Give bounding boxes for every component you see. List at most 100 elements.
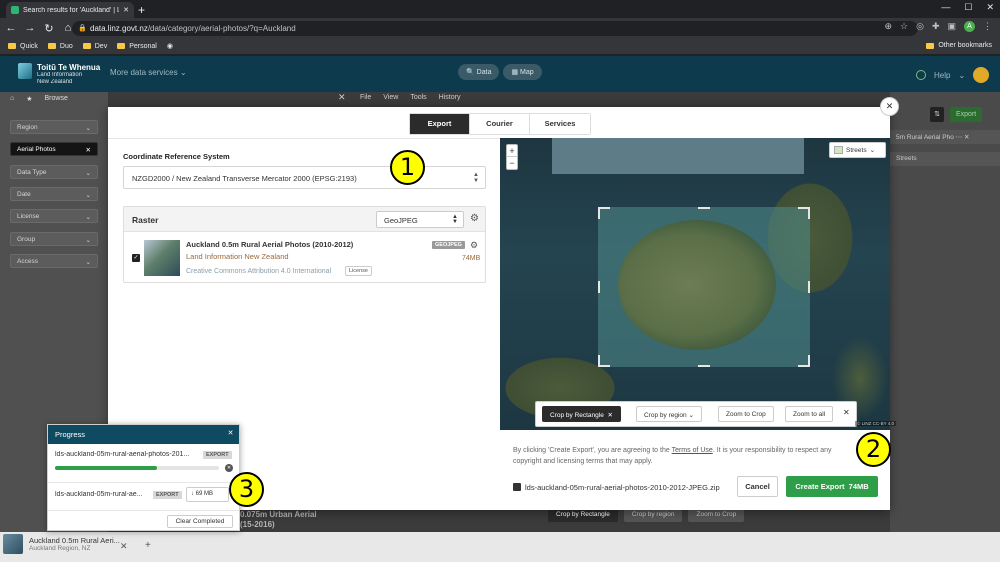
crs-select[interactable]: NZGD2000 / New Zealand Transverse Mercat…: [123, 166, 486, 189]
profile-avatar[interactable]: A: [964, 21, 975, 32]
sidebar-icon[interactable]: ▣: [947, 21, 956, 32]
clear-completed-button[interactable]: Clear Completed: [167, 515, 233, 528]
forward-icon[interactable]: →: [22, 22, 38, 34]
filter-license[interactable]: License ⌄: [10, 209, 98, 223]
bookmark-personal[interactable]: Personal: [117, 43, 157, 50]
other-bookmarks[interactable]: Other bookmarks: [926, 42, 992, 49]
linz-logo[interactable]: Toitū Te Whenua Land Information New Zea…: [18, 63, 100, 86]
crop-handle-top[interactable]: [698, 207, 710, 219]
menu-history[interactable]: History: [439, 94, 461, 106]
bookmark-globe[interactable]: ◉: [167, 42, 173, 50]
bookmarks-bar: Quick Duo Dev Personal ◉ Other bookmarks: [0, 38, 1000, 55]
zoom-to-crop-button[interactable]: Zoom to Crop: [718, 406, 774, 422]
background-layer-item[interactable]: 5m Rural Aerial Pho ⋯ ✕: [890, 130, 1000, 144]
format-select[interactable]: GeoJPEG ▲ ▼: [376, 211, 464, 228]
zoom-to-all-button[interactable]: Zoom to all: [785, 406, 834, 422]
extension-icon[interactable]: ◎: [916, 21, 924, 32]
close-icon[interactable]: ✕: [86, 146, 91, 154]
tab-close-icon[interactable]: ✕: [123, 6, 129, 14]
zoom-in-button[interactable]: +: [507, 145, 517, 157]
task-close-icon[interactable]: ✕: [120, 541, 128, 552]
crop-handle-right[interactable]: [798, 281, 810, 293]
cancel-export-icon[interactable]: ✕: [225, 464, 233, 472]
menu-file[interactable]: File: [360, 94, 371, 106]
help-circle-icon[interactable]: [916, 70, 926, 80]
browse-tab[interactable]: Browse: [45, 95, 68, 103]
filter-aerial-photos[interactable]: Aerial Photos ✕: [10, 142, 98, 156]
filter-date[interactable]: Date ⌄: [10, 187, 98, 201]
download-button[interactable]: ↓ 69 MB: [186, 487, 229, 502]
bookmark-duo[interactable]: Duo: [47, 43, 73, 50]
tab-services[interactable]: Services: [530, 114, 590, 134]
crop-handle-bottom[interactable]: [698, 355, 710, 367]
tab-export[interactable]: Export: [410, 114, 470, 134]
filter-region[interactable]: Region ⌄: [10, 120, 98, 134]
puzzle-icon[interactable]: ✚: [932, 21, 940, 32]
window-controls: — ☐ ✕: [941, 2, 994, 13]
map-attribution[interactable]: © LINZ CC-BY 4.0: [855, 421, 896, 426]
user-avatar[interactable]: [973, 67, 990, 83]
close-icon[interactable]: ✕: [606, 412, 612, 419]
crop-by-rectangle-button[interactable]: Crop by Rectangle ✕: [542, 406, 621, 422]
crop-handle-bottom-left[interactable]: [598, 355, 610, 367]
create-export-button[interactable]: Create Export 74MB: [786, 476, 878, 497]
zoom-out-button[interactable]: −: [507, 157, 517, 169]
task-item[interactable]: Auckland 0.5m Rural Aeri... Auckland Reg…: [3, 534, 120, 554]
bookmark-dev[interactable]: Dev: [82, 43, 107, 50]
new-tab-button[interactable]: +: [138, 3, 145, 17]
layer-organisation[interactable]: Land Information New Zealand: [186, 252, 289, 261]
raster-settings-gear-icon[interactable]: ⚙: [470, 213, 479, 224]
crop-handle-left[interactable]: [598, 281, 610, 293]
crs-label: Coordinate Reference System: [123, 152, 230, 161]
close-window-icon[interactable]: ✕: [986, 2, 994, 13]
url-path: /data/category/aerial-photos/?q=Auckland: [147, 24, 296, 33]
crop-by-region-button[interactable]: Crop by region ⌄: [636, 406, 702, 422]
close-icon[interactable]: ✕: [964, 134, 969, 141]
terms-of-use-link[interactable]: Terms of Use: [672, 447, 713, 454]
filter-data-type[interactable]: Data Type ⌄: [10, 165, 98, 179]
modal-tabs: Export Courier Services: [409, 113, 591, 135]
layer-settings-gear-icon[interactable]: ⚙: [470, 240, 478, 251]
data-button[interactable]: 🔍 Data: [458, 64, 500, 80]
layer-checkbox[interactable]: ✓: [132, 254, 140, 262]
address-bar[interactable]: 🔒 data.linz.govt.nz/data/category/aerial…: [72, 21, 918, 36]
background-export-button[interactable]: Export: [950, 107, 983, 122]
background-close-icon[interactable]: ✕: [338, 92, 346, 103]
map-button[interactable]: ▦ Map: [503, 64, 542, 80]
maximize-icon[interactable]: ☐: [964, 2, 972, 13]
menu-view[interactable]: View: [383, 94, 398, 106]
reload-icon[interactable]: ↻: [41, 22, 57, 35]
layer-license[interactable]: Creative Commons Attribution 4.0 Interna…: [186, 268, 331, 275]
cancel-button[interactable]: Cancel: [737, 476, 778, 497]
crop-handle-top-right[interactable]: [798, 207, 810, 219]
background-basemap-item[interactable]: Streets: [890, 152, 1000, 166]
filter-group[interactable]: Group ⌄: [10, 232, 98, 246]
chevron-down-icon: ⌄: [85, 125, 91, 132]
star-icon[interactable]: ★: [26, 95, 32, 103]
help-link[interactable]: Help: [934, 71, 950, 80]
browser-tab[interactable]: Search results for 'Auckland' | LI… ✕: [6, 2, 134, 18]
bookmark-star-icon[interactable]: ☆: [900, 21, 908, 32]
progress-close-icon[interactable]: ✕: [225, 428, 236, 439]
back-icon[interactable]: ←: [3, 22, 19, 34]
swap-icon[interactable]: ⇅: [930, 107, 944, 122]
more-data-services-menu[interactable]: More data services ⌄: [110, 68, 187, 77]
filter-label: Aerial Photos: [17, 146, 56, 153]
home-icon[interactable]: ⌂: [10, 95, 14, 103]
crop-handle-bottom-right[interactable]: [798, 355, 810, 367]
menu-tools[interactable]: Tools: [410, 94, 426, 106]
filter-access[interactable]: Access ⌄: [10, 254, 98, 268]
modal-close-icon[interactable]: ✕: [880, 97, 899, 116]
zoom-icon[interactable]: ⊕: [884, 21, 892, 32]
crop-handle-top-left[interactable]: [598, 207, 610, 219]
license-button[interactable]: License: [345, 266, 372, 276]
minimize-icon[interactable]: —: [941, 2, 950, 13]
menu-icon[interactable]: ⋮: [983, 21, 992, 32]
task-add-icon[interactable]: +: [145, 540, 151, 551]
more-icon[interactable]: ⋯: [956, 134, 963, 141]
bookmark-quick[interactable]: Quick: [8, 43, 38, 50]
tab-courier[interactable]: Courier: [470, 114, 530, 134]
crop-toolbar-close-icon[interactable]: ✕: [843, 408, 850, 417]
basemap-swatch-icon: [834, 146, 843, 154]
basemap-select[interactable]: Streets ⌄: [829, 142, 886, 158]
